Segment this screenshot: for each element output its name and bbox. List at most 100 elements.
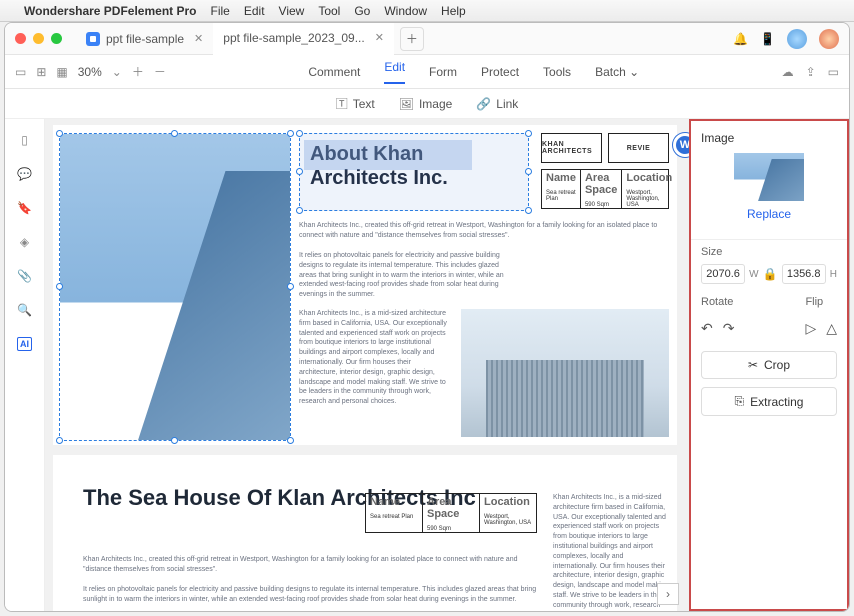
ai-icon[interactable]: AI [17, 337, 32, 351]
thumbnails-icon[interactable]: ⊞ [36, 65, 46, 79]
page2-right-text: Khan Architects Inc., is a mid-sized arc… [553, 493, 669, 611]
tab-1-label: ppt file-sample [106, 32, 184, 46]
page-icon[interactable]: ▯ [21, 133, 28, 147]
titlebar: ppt file-sample ✕ ppt file-sample_2023_0… [5, 23, 849, 55]
page2-para1: Khan Architects Inc., created this off-g… [83, 555, 537, 575]
edit-link-button[interactable]: 🔗Link [476, 97, 518, 111]
crop-icon: ✂ [748, 358, 758, 372]
resize-handle-w[interactable] [56, 283, 63, 290]
comment-icon[interactable]: 💬 [17, 167, 32, 181]
tab-form[interactable]: Form [429, 65, 457, 79]
building-image [60, 134, 290, 440]
lock-aspect-icon[interactable]: 🔒 [763, 267, 778, 281]
txt-handle-e[interactable] [525, 168, 532, 175]
title-block[interactable]: About Khan Architects Inc. [299, 133, 529, 211]
image-thumbnail[interactable] [734, 153, 804, 201]
next-page-button[interactable]: › [657, 583, 679, 605]
device-icon[interactable]: 📱 [760, 32, 775, 46]
cloud-icon[interactable]: ☁ [782, 65, 794, 79]
resize-handle-se[interactable] [287, 437, 294, 444]
app-name[interactable]: Wondershare PDFelement Pro [24, 4, 197, 18]
width-unit: W [749, 269, 758, 280]
tab-1[interactable]: ppt file-sample ✕ [76, 23, 213, 55]
page1-para1: Khan Architects Inc., created this off-g… [299, 221, 669, 241]
tab-batch[interactable]: Batch ⌄ [595, 65, 639, 79]
attachment-icon[interactable]: 📎 [17, 269, 32, 283]
logo-row: KHAN ARCHITECTS REVIE [541, 133, 669, 163]
window-minimize[interactable] [33, 33, 44, 44]
tab-2-close-icon[interactable]: ✕ [375, 31, 384, 44]
menu-window[interactable]: Window [384, 4, 427, 18]
new-tab-button[interactable]: ＋ [400, 27, 424, 51]
grid-icon[interactable]: ▦ [56, 65, 67, 79]
logo-review: REVIE [608, 133, 669, 163]
rotate-right-icon[interactable]: ↷ [723, 320, 735, 337]
rotate-left-icon[interactable]: ↶ [701, 320, 713, 337]
left-sidebar: ▯ 💬 🔖 ◈ 📎 🔍 AI [5, 119, 45, 611]
extract-icon: ⎘ [735, 394, 745, 409]
edit-text-button[interactable]: 🅃Text [336, 95, 375, 112]
zoom-in-icon[interactable]: ＋ [132, 63, 144, 80]
tab-edit[interactable]: Edit [384, 60, 405, 84]
flip-horizontal-icon[interactable]: ▷ [805, 320, 816, 337]
crop-button[interactable]: ✂Crop [701, 351, 837, 379]
share-icon[interactable]: ⇪ [806, 65, 816, 79]
bell-icon[interactable]: 🔔 [733, 32, 748, 46]
document-tabs: ppt file-sample ✕ ppt file-sample_2023_0… [76, 23, 733, 55]
zoom-out-icon[interactable]: － [154, 63, 166, 80]
resize-handle-e[interactable] [287, 283, 294, 290]
resize-handle-ne[interactable] [287, 130, 294, 137]
sidebar-toggle-icon[interactable]: ▭ [15, 65, 26, 79]
avatar-1[interactable] [787, 29, 807, 49]
rotate-flip-row: Rotate ↶ ↷ Flip ▷ △ [701, 296, 837, 337]
panel-toggle-icon[interactable]: ▭ [828, 65, 839, 79]
avatar-2[interactable] [819, 29, 839, 49]
app-window: ppt file-sample ✕ ppt file-sample_2023_0… [4, 22, 850, 612]
edit-image-button[interactable]: 🖼Image [399, 97, 453, 111]
replace-button[interactable]: Replace [701, 207, 837, 221]
window-maximize[interactable] [51, 33, 62, 44]
image-icon: 🖼 [399, 97, 414, 111]
extract-button[interactable]: ⎘Extracting [701, 387, 837, 416]
bookmark-icon[interactable]: 🔖 [17, 201, 32, 215]
txt-handle-ne[interactable] [525, 130, 532, 137]
menu-go[interactable]: Go [354, 4, 370, 18]
txt-handle-sw[interactable] [296, 207, 303, 214]
menu-view[interactable]: View [279, 4, 305, 18]
selected-image[interactable] [59, 133, 291, 441]
txt-handle-w[interactable] [296, 168, 303, 175]
txt-handle-nw[interactable] [296, 130, 303, 137]
main-toolbar: ▭ ⊞ ▦ 30% ⌄ ＋ － Comment Edit Form Protec… [5, 55, 849, 89]
tab-tools[interactable]: Tools [543, 65, 571, 79]
width-input[interactable]: 2070.6 [701, 264, 745, 284]
layers-icon[interactable]: ◈ [20, 235, 29, 249]
flip-vertical-icon[interactable]: △ [826, 320, 837, 337]
document-canvas[interactable]: About Khan Architects Inc. KHAN ARCHITEC… [45, 119, 689, 611]
window-close[interactable] [15, 33, 26, 44]
chevron-down-icon[interactable]: ⌄ [112, 65, 122, 79]
resize-handle-s[interactable] [171, 437, 178, 444]
tab-comment[interactable]: Comment [308, 65, 360, 79]
text-icon: 🅃 [336, 95, 348, 112]
menu-tool[interactable]: Tool [318, 4, 340, 18]
tab-2[interactable]: ppt file-sample_2023_09... ✕ [213, 23, 394, 55]
logo-khan: KHAN ARCHITECTS [541, 133, 602, 163]
size-label: Size [701, 246, 837, 258]
menu-edit[interactable]: Edit [244, 4, 265, 18]
txt-handle-se[interactable] [525, 207, 532, 214]
resize-handle-nw[interactable] [56, 130, 63, 137]
doc-icon [86, 32, 100, 46]
zoom-level[interactable]: 30% [78, 65, 102, 79]
height-input[interactable]: 1356.8 [782, 264, 826, 284]
toolbar-left: ▭ ⊞ ▦ 30% ⌄ ＋ － [15, 63, 166, 80]
search-icon[interactable]: 🔍 [17, 303, 32, 317]
menu-file[interactable]: File [211, 4, 230, 18]
tab-1-close-icon[interactable]: ✕ [194, 32, 203, 45]
resize-handle-n[interactable] [171, 130, 178, 137]
text-selection [304, 140, 472, 170]
resize-handle-sw[interactable] [56, 437, 63, 444]
menu-help[interactable]: Help [441, 4, 466, 18]
tab-protect[interactable]: Protect [481, 65, 519, 79]
page-2: The Sea House Of Klan Architects Inc Nam… [53, 455, 677, 611]
titlebar-right: 🔔 📱 [733, 29, 839, 49]
